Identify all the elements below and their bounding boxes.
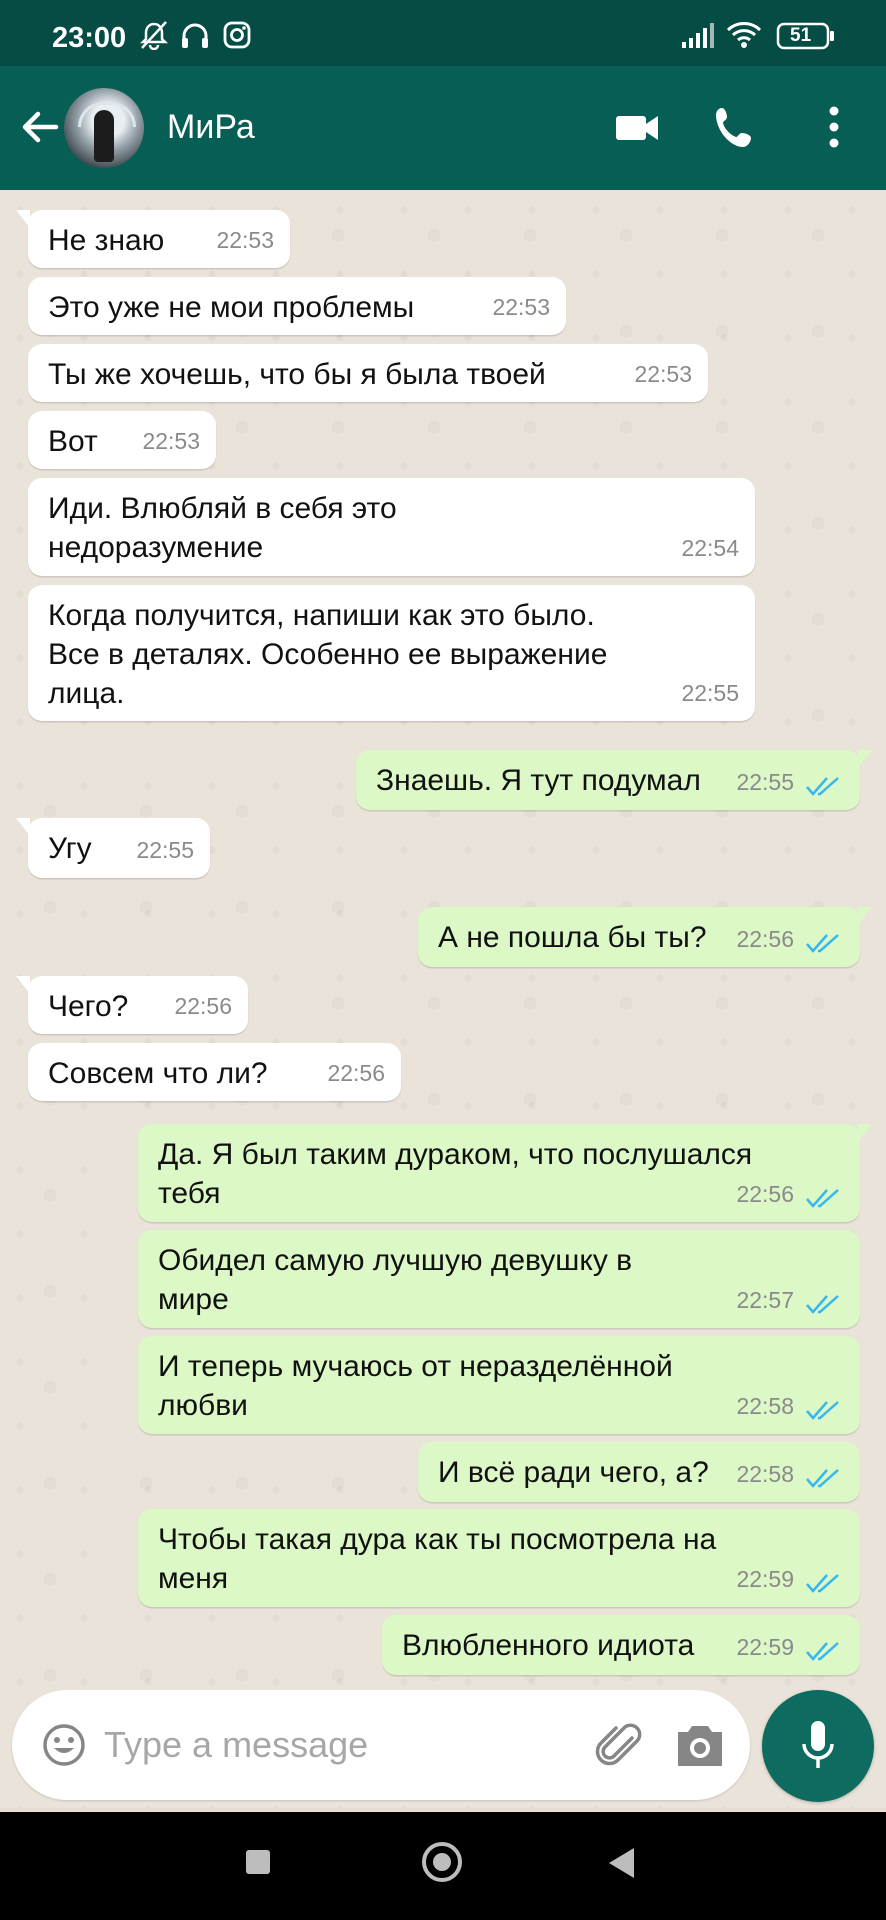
message-time: 22:56 xyxy=(736,1181,794,1207)
message-incoming[interactable]: Не знаю 22:53 xyxy=(16,210,290,268)
more-options-icon[interactable] xyxy=(826,102,842,152)
system-navigation-bar xyxy=(0,1812,886,1920)
message-time: 22:56 xyxy=(327,1060,385,1086)
wifi-icon xyxy=(726,22,762,48)
headphones-icon xyxy=(182,23,208,48)
message-time: 22:53 xyxy=(216,227,274,253)
microphone-icon xyxy=(802,1721,834,1768)
status-bar: 23:00 51 xyxy=(0,0,886,66)
message-time: 22:55 xyxy=(681,680,739,706)
battery-level: 51 xyxy=(790,25,812,46)
read-ticks-icon xyxy=(806,1574,839,1593)
bell-muted-icon xyxy=(139,21,169,50)
message-list[interactable]: Не знаю 22:53 Это уже не мои проблемы 22… xyxy=(0,190,886,1808)
message-outgoing[interactable]: Знаешь. Я тут подумал 22:55 xyxy=(356,750,872,810)
message-time: 22:53 xyxy=(142,428,200,454)
message-time: 22:57 xyxy=(736,1287,794,1313)
message-time: 22:55 xyxy=(736,769,794,795)
read-ticks-icon xyxy=(806,1401,839,1420)
message-incoming[interactable]: Вот 22:53 xyxy=(28,411,216,469)
emoji-icon[interactable] xyxy=(42,1723,86,1767)
message-input[interactable]: Type a message xyxy=(104,1724,368,1766)
message-incoming[interactable]: Чего? 22:56 xyxy=(16,976,248,1034)
voice-record-button[interactable] xyxy=(762,1690,874,1802)
message-incoming[interactable]: Совсем что ли? 22:56 xyxy=(28,1043,401,1101)
message-time: 22:54 xyxy=(681,535,739,561)
read-ticks-icon xyxy=(806,934,839,953)
message-outgoing[interactable]: Обидел самую лучшую девушку в мире 22:57 xyxy=(138,1230,860,1328)
status-time: 23:00 xyxy=(52,22,127,54)
message-outgoing[interactable]: Влюбленного идиота 22:59 xyxy=(382,1615,860,1675)
back-nav-button[interactable] xyxy=(606,1846,636,1880)
video-call-icon[interactable] xyxy=(614,102,660,152)
message-time: 22:59 xyxy=(736,1634,794,1660)
message-input-bar: Type a message xyxy=(12,1690,750,1800)
signal-icon xyxy=(682,23,714,48)
message-time: 22:56 xyxy=(736,926,794,952)
instagram-icon xyxy=(223,21,251,49)
message-outgoing[interactable]: Чтобы такая дура как ты посмотрела на ме… xyxy=(138,1509,860,1607)
read-ticks-icon xyxy=(806,1295,839,1314)
back-arrow-icon[interactable] xyxy=(16,102,66,152)
attach-icon[interactable] xyxy=(594,1720,646,1772)
voice-call-icon[interactable] xyxy=(712,102,760,152)
contact-name[interactable]: МиРа xyxy=(167,108,255,147)
message-outgoing[interactable]: Да. Я был таким дураком, что послушался … xyxy=(138,1124,872,1222)
message-outgoing[interactable]: И теперь мучаюсь от неразделённой любви … xyxy=(138,1336,860,1434)
read-ticks-icon xyxy=(806,1642,839,1661)
camera-icon[interactable] xyxy=(674,1720,726,1770)
contact-avatar[interactable] xyxy=(64,88,144,168)
message-time: 22:53 xyxy=(492,294,550,320)
home-button[interactable] xyxy=(422,1842,462,1882)
message-time: 22:58 xyxy=(736,1393,794,1419)
message-incoming[interactable]: Когда получится, напиши как это было. Вс… xyxy=(28,585,755,721)
message-incoming[interactable]: Угу 22:55 xyxy=(16,818,210,878)
read-ticks-icon xyxy=(806,1189,839,1208)
message-incoming[interactable]: Иди. Влюбляй в себя это недоразумение 22… xyxy=(28,478,755,576)
message-time: 22:59 xyxy=(736,1566,794,1592)
message-time: 22:56 xyxy=(174,993,232,1019)
message-outgoing[interactable]: И всё ради чего, а? 22:58 xyxy=(418,1442,860,1502)
message-time: 22:55 xyxy=(136,837,194,863)
recents-button[interactable] xyxy=(246,1850,270,1874)
read-ticks-icon xyxy=(806,1469,839,1488)
message-outgoing[interactable]: А не пошла бы ты? 22:56 xyxy=(418,907,872,967)
message-time: 22:53 xyxy=(634,361,692,387)
chat-header: МиРа xyxy=(0,66,886,190)
read-ticks-icon xyxy=(806,777,839,796)
message-incoming[interactable]: Это уже не мои проблемы 22:53 xyxy=(28,277,566,335)
message-time: 22:58 xyxy=(736,1461,794,1487)
message-incoming[interactable]: Ты же хочешь, что бы я была твоей 22:53 xyxy=(28,344,708,402)
